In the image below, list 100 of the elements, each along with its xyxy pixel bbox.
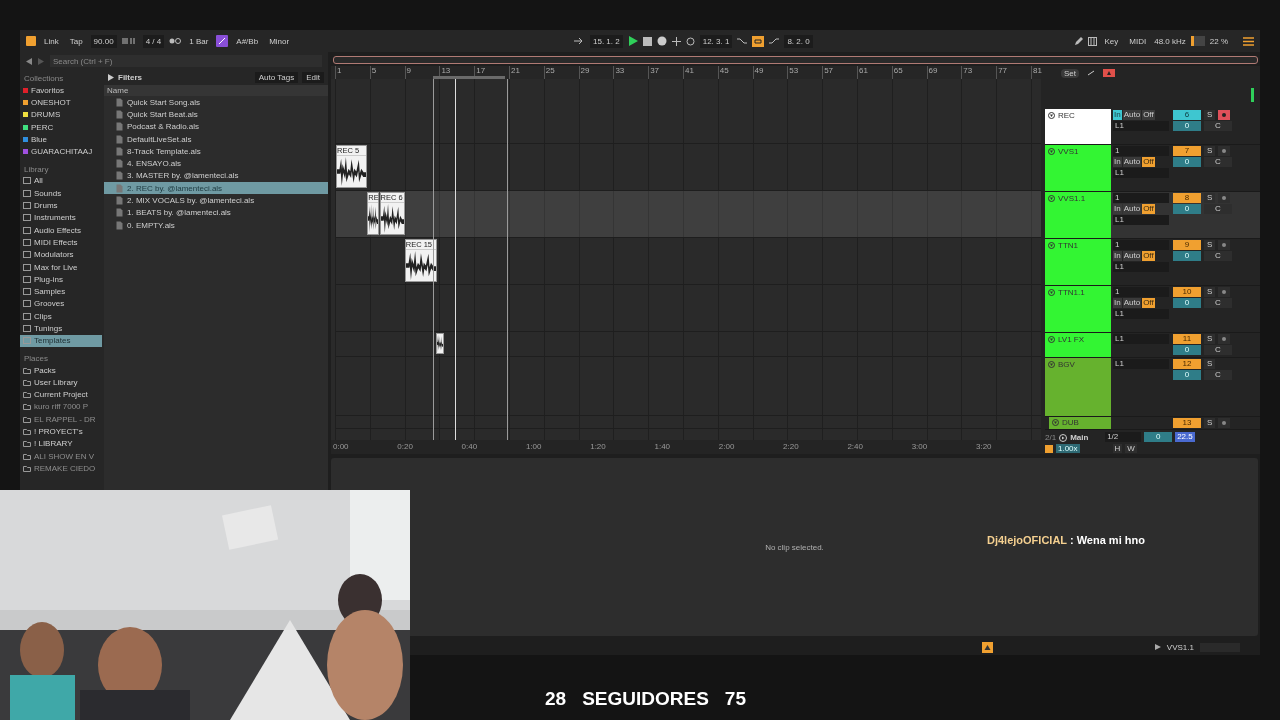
- overview-bar[interactable]: [333, 56, 1258, 64]
- place-item[interactable]: ! PROYECT's: [20, 425, 102, 438]
- collection-item[interactable]: GUARACHITAAJ: [31, 147, 93, 157]
- filters-toggle[interactable]: Filters: [118, 73, 142, 82]
- input-dropdown[interactable]: L1: [1113, 262, 1169, 272]
- loop-length-field[interactable]: 8. 2. 0: [784, 34, 813, 48]
- arm-button[interactable]: [1218, 334, 1231, 344]
- track-number[interactable]: 11: [1173, 334, 1201, 344]
- warning-icon[interactable]: [1103, 69, 1115, 77]
- output-dropdown[interactable]: 1/2: [1105, 432, 1142, 442]
- keyboard-icon[interactable]: [1087, 36, 1097, 46]
- tempo-value-field[interactable]: 22.5: [1175, 432, 1195, 442]
- square-icon[interactable]: [1045, 444, 1053, 453]
- arm-button[interactable]: [1218, 110, 1231, 120]
- curve-icon[interactable]: [769, 37, 780, 45]
- file-row[interactable]: 1. BEATS by. @lamenteci.als: [104, 206, 328, 219]
- pan-field[interactable]: C: [1204, 298, 1232, 308]
- track-header[interactable]: DUB: [1049, 417, 1111, 429]
- warning-icon[interactable]: [982, 641, 993, 653]
- file-row[interactable]: 8-Track Template.als: [104, 145, 328, 158]
- loop-start-field[interactable]: 12. 3. 1: [699, 34, 733, 48]
- pan-field[interactable]: C: [1204, 121, 1232, 131]
- arm-button[interactable]: [1218, 146, 1231, 156]
- monitor-button[interactable]: In: [1113, 204, 1122, 214]
- solo-button[interactable]: S: [1204, 146, 1216, 156]
- monitor-button[interactable]: In: [1113, 298, 1122, 308]
- time-signature-field[interactable]: 4 / 4: [142, 34, 165, 48]
- track-header[interactable]: TTN1: [1045, 239, 1111, 285]
- browser-category[interactable]: Plug-ins: [20, 273, 102, 286]
- pan-field[interactable]: C: [1204, 345, 1232, 355]
- monitor-button[interactable]: Auto: [1122, 204, 1142, 214]
- solo-button[interactable]: S: [1204, 287, 1216, 297]
- track-header[interactable]: VVS1.1: [1045, 192, 1111, 238]
- track-number[interactable]: 10: [1173, 287, 1201, 297]
- solo-button[interactable]: S: [1204, 359, 1216, 369]
- arm-button[interactable]: [1218, 287, 1231, 297]
- fold-icon[interactable]: [1048, 112, 1055, 119]
- arm-button[interactable]: [1218, 418, 1231, 428]
- loop-icon[interactable]: [752, 35, 765, 47]
- tempo-field[interactable]: 90.00: [90, 34, 117, 48]
- w-button[interactable]: W: [1125, 444, 1137, 453]
- circle-icon[interactable]: [685, 36, 695, 46]
- track-header[interactable]: VVS1: [1045, 145, 1111, 191]
- volume-field[interactable]: 0: [1173, 204, 1201, 214]
- fold-icon[interactable]: [1048, 289, 1055, 296]
- volume-field[interactable]: 0: [1173, 251, 1201, 261]
- place-item[interactable]: User Library: [20, 376, 102, 389]
- browser-category[interactable]: Sounds: [20, 187, 102, 200]
- track-number[interactable]: 9: [1173, 240, 1201, 250]
- track-number[interactable]: 13: [1173, 418, 1201, 428]
- collection-item[interactable]: Favoritos: [31, 85, 64, 95]
- track-header[interactable]: BGV: [1045, 358, 1111, 416]
- fold-icon[interactable]: [1052, 419, 1059, 426]
- pan-field[interactable]: C: [1204, 370, 1232, 380]
- browser-category[interactable]: Modulators: [20, 248, 102, 261]
- search-field[interactable]: Search (Ctrl + F): [50, 55, 322, 67]
- expand-icon[interactable]: [1085, 69, 1097, 77]
- arm-button[interactable]: [1218, 193, 1231, 203]
- plus-icon[interactable]: [671, 36, 681, 46]
- place-item[interactable]: Packs: [20, 363, 102, 377]
- track-number[interactable]: 12: [1173, 359, 1201, 369]
- fold-icon[interactable]: [1048, 361, 1055, 368]
- fold-icon[interactable]: [1048, 195, 1055, 202]
- file-row[interactable]: Quick Start Song.als: [104, 96, 328, 109]
- fold-icon[interactable]: [1048, 242, 1055, 249]
- browser-category[interactable]: Samples: [20, 285, 102, 298]
- file-row[interactable]: 4. ENSAYO.als: [104, 157, 328, 170]
- h-button[interactable]: H: [1112, 444, 1123, 453]
- monitor-button[interactable]: Off: [1142, 204, 1155, 214]
- solo-button[interactable]: S: [1204, 334, 1216, 344]
- pan-field[interactable]: C: [1204, 251, 1232, 261]
- input-dropdown[interactable]: L1: [1113, 215, 1169, 225]
- track-header[interactable]: REC: [1045, 109, 1111, 144]
- input-channel-dropdown[interactable]: 1: [1113, 193, 1169, 203]
- monitor-button[interactable]: Auto: [1122, 251, 1142, 261]
- pan-field[interactable]: C: [1204, 157, 1232, 167]
- file-row[interactable]: Podcast & Radio.als: [104, 120, 328, 133]
- volume-field[interactable]: 0: [1173, 345, 1201, 355]
- browser-category[interactable]: Grooves: [20, 297, 102, 311]
- position-field[interactable]: 15. 1. 2: [590, 34, 623, 48]
- monitor-button[interactable]: In: [1113, 157, 1122, 167]
- browser-category[interactable]: Audio Effects: [20, 223, 102, 237]
- solo-button[interactable]: S: [1204, 110, 1216, 120]
- menu-icon[interactable]: [1243, 36, 1254, 46]
- link-button[interactable]: Link: [41, 34, 62, 48]
- file-row[interactable]: 0. EMPTY.als: [104, 218, 328, 232]
- file-row[interactable]: Quick Start Beat.als: [104, 108, 328, 121]
- browser-category[interactable]: MIDI Effects: [20, 236, 102, 249]
- input-channel-dropdown[interactable]: 1: [1113, 287, 1169, 297]
- arm-button[interactable]: [1218, 240, 1231, 250]
- record-icon[interactable]: [656, 36, 667, 46]
- file-row[interactable]: 3. MASTER by. @lamenteci.als: [104, 169, 328, 183]
- input-channel-dropdown[interactable]: 1: [1113, 240, 1169, 250]
- monitor-button[interactable]: In: [1113, 251, 1122, 261]
- zoom-field[interactable]: 1.00x: [1056, 444, 1080, 453]
- scale-icon[interactable]: [216, 35, 229, 47]
- browser-category[interactable]: Templates: [20, 334, 102, 347]
- auto-tags-button[interactable]: Auto Tags: [254, 72, 299, 83]
- browser-category[interactable]: Max for Live: [20, 260, 102, 274]
- volume-field[interactable]: 0: [1144, 432, 1173, 442]
